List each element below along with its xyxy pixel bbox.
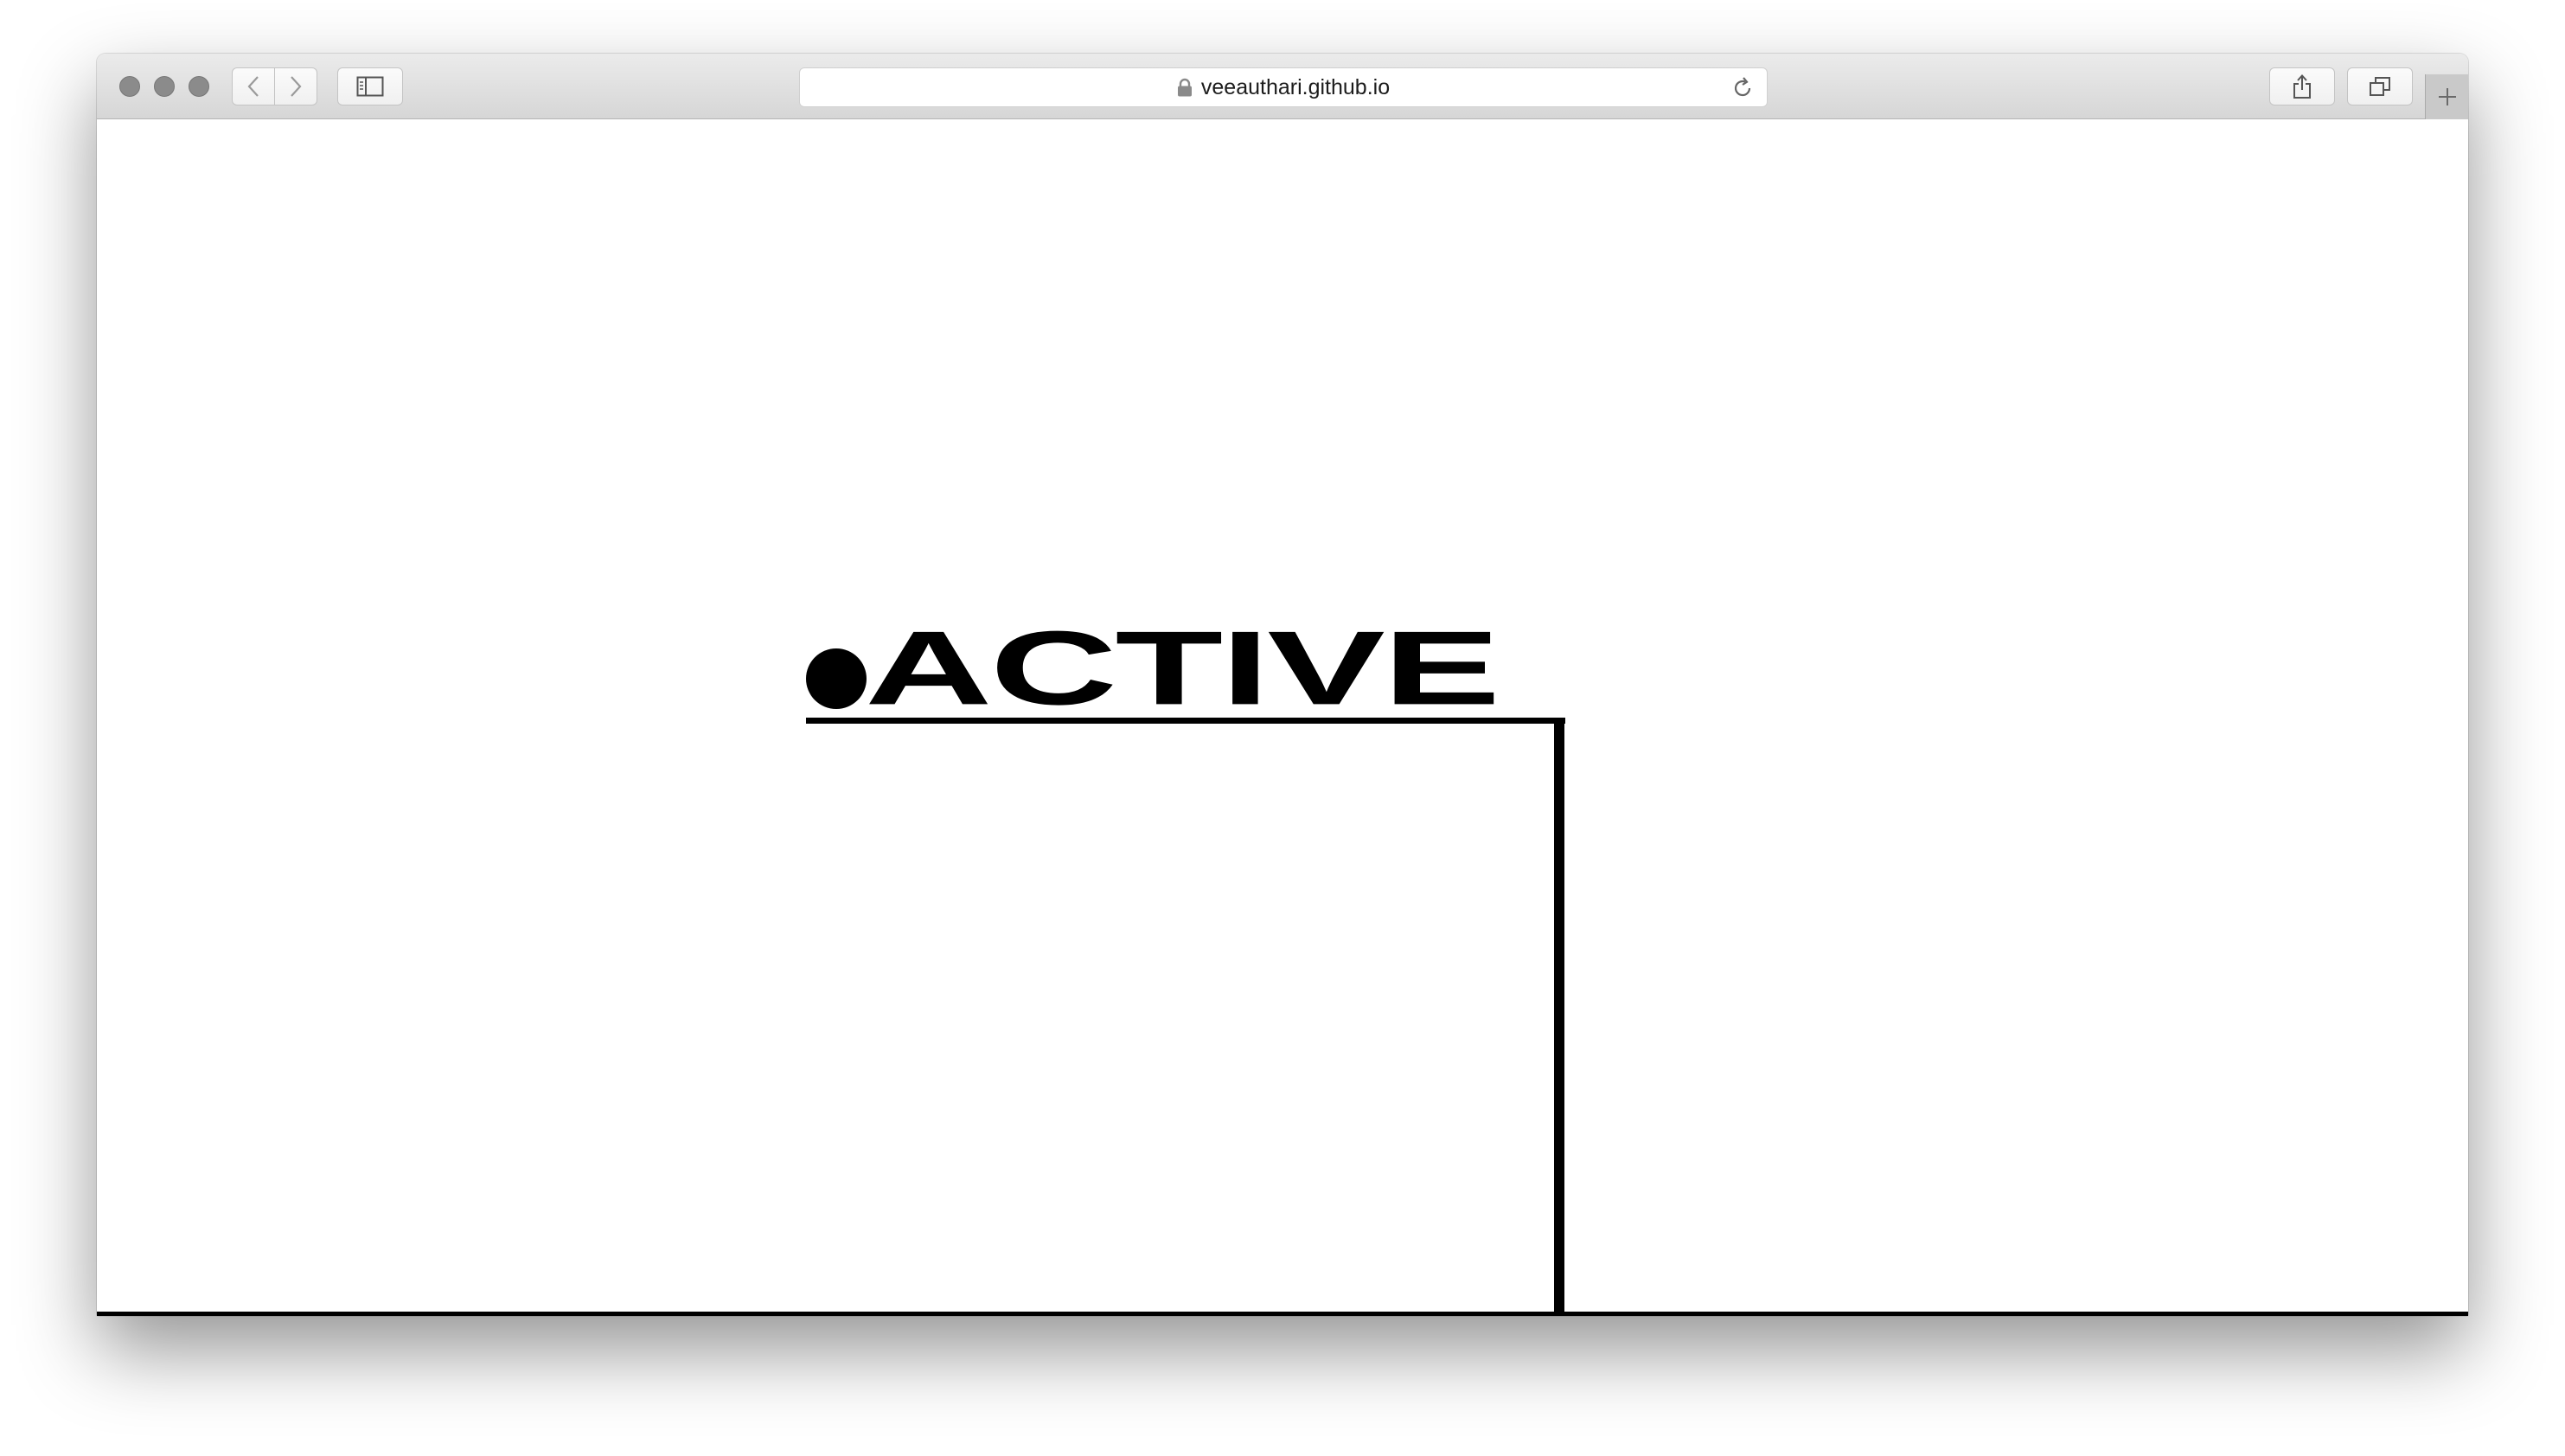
close-window-button[interactable]	[119, 76, 140, 97]
new-tab-button[interactable]	[2425, 74, 2468, 119]
sidebar-button[interactable]	[337, 67, 403, 105]
page-bottom-border	[97, 1312, 2468, 1316]
plus-icon	[2438, 88, 2456, 105]
share-button[interactable]	[2269, 67, 2335, 105]
zoom-window-button[interactable]	[189, 76, 209, 97]
back-button[interactable]	[232, 67, 275, 105]
active-logo[interactable]: ACTIVE	[804, 616, 1565, 721]
minimize-window-button[interactable]	[154, 76, 175, 97]
tabs-overview-button[interactable]	[2347, 67, 2413, 105]
forward-button[interactable]	[274, 67, 317, 105]
reload-icon[interactable]	[1730, 76, 1755, 100]
vertical-rule	[1554, 718, 1564, 1316]
logo-bullet	[806, 648, 867, 709]
share-icon	[2293, 74, 2311, 99]
chevron-left-icon	[247, 76, 259, 97]
logo-underline	[806, 718, 1565, 724]
lock-icon	[1177, 78, 1192, 97]
browser-toolbar: veeauthari.github.io	[97, 54, 2468, 119]
address-bar[interactable]: veeauthari.github.io	[799, 67, 1768, 107]
chevron-right-icon	[291, 76, 302, 97]
logo-text: ACTIVE	[865, 610, 1500, 727]
tabs-icon	[2370, 77, 2390, 96]
url-text: veeauthari.github.io	[1200, 74, 1391, 99]
sidebar-icon	[356, 76, 384, 97]
